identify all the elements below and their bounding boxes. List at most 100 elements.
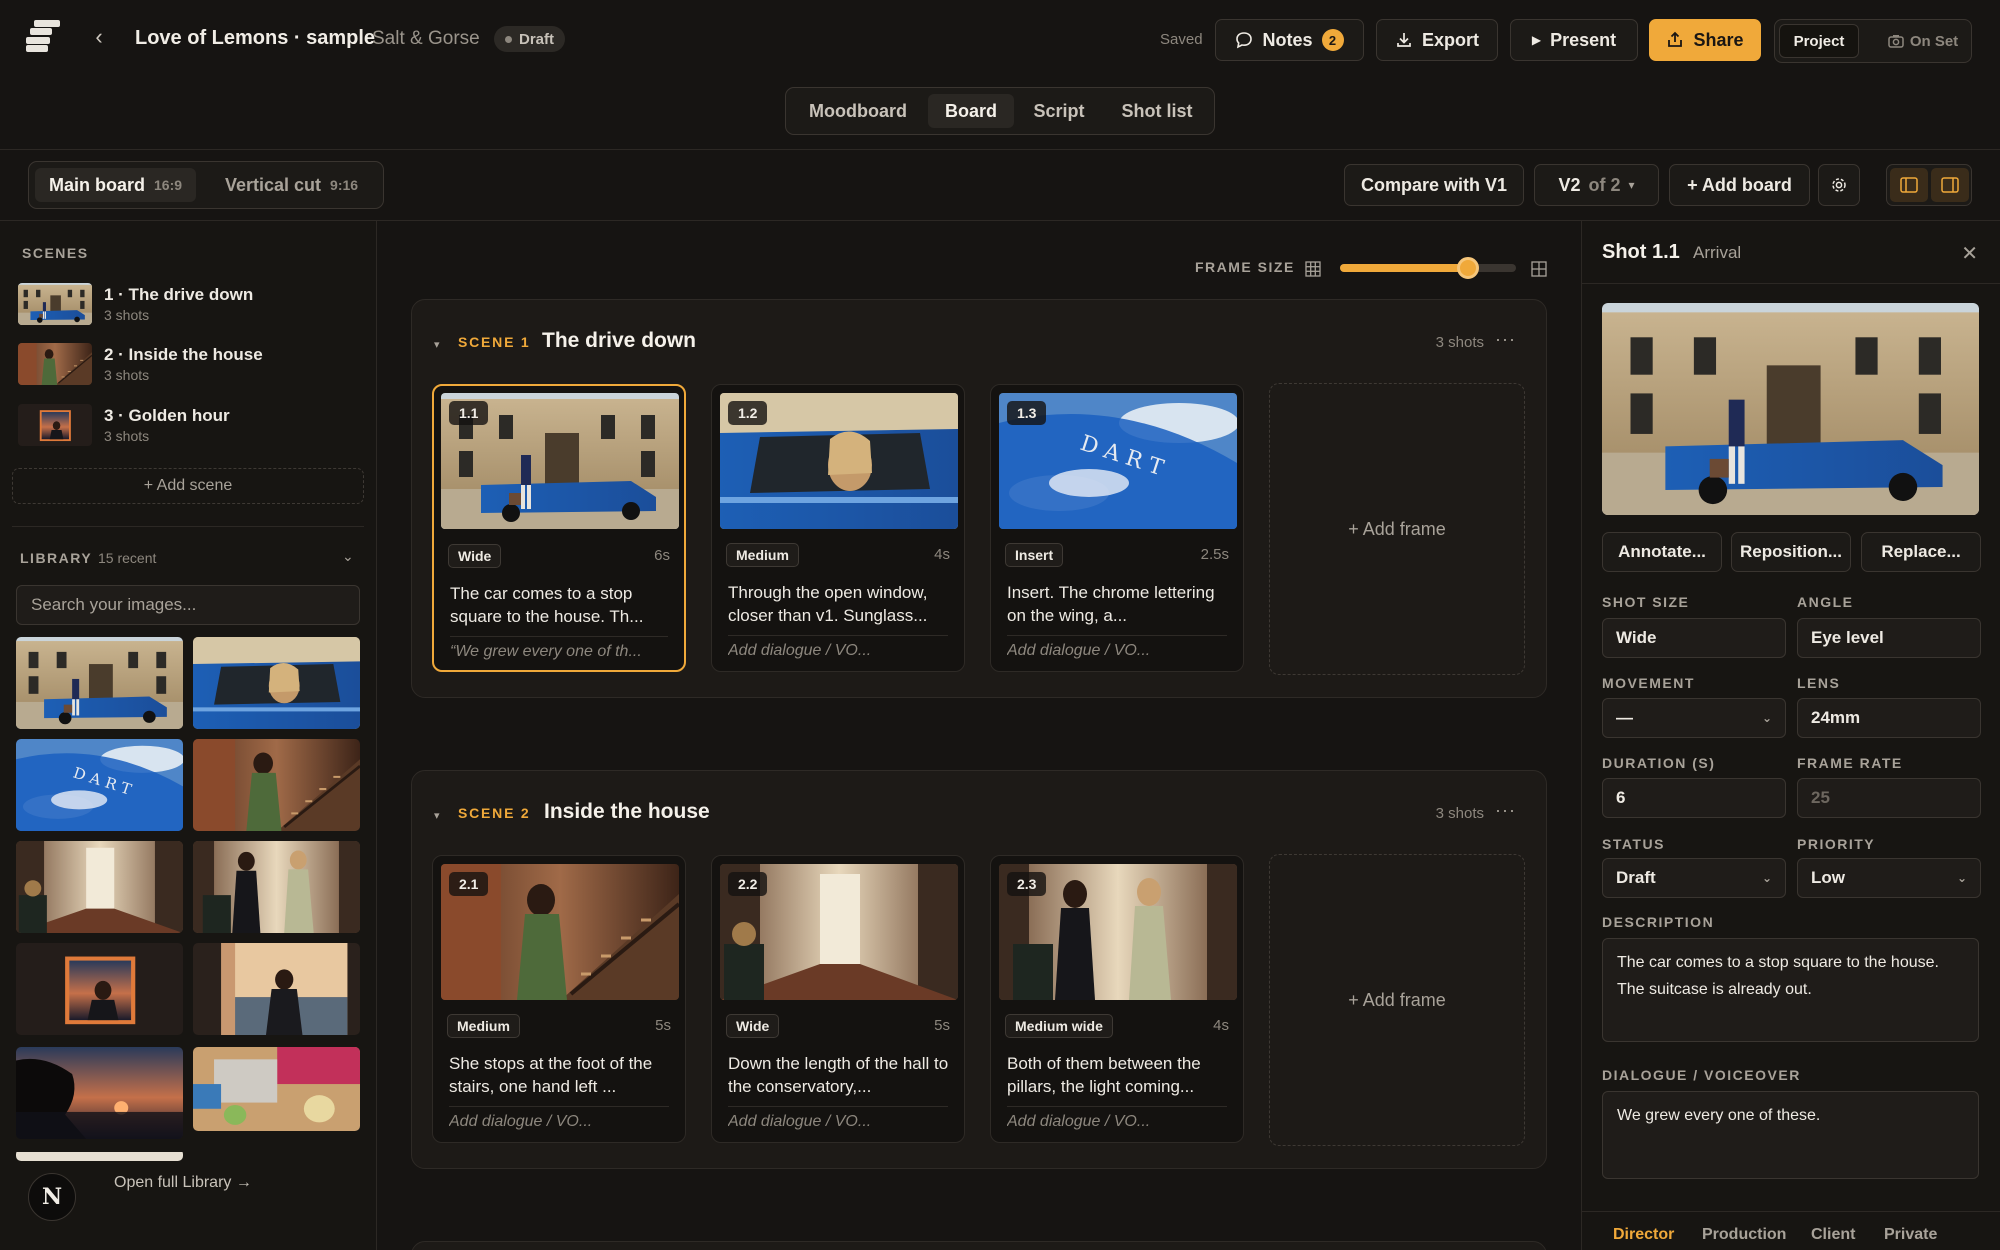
shot-frame-1-2[interactable]: 1.2 Medium 4s Through the open window, c… — [711, 384, 965, 672]
settings-button[interactable] — [1818, 164, 1860, 206]
movement-select[interactable]: — ⌄ — [1602, 698, 1786, 738]
shot-size-badge: Wide — [726, 1014, 780, 1038]
board-tab-vertical[interactable]: Vertical cut 9:16 — [211, 168, 372, 202]
present-button[interactable]: ▶ Present — [1510, 19, 1638, 61]
sidebar-scene-1[interactable]: 1 · The drive down 3 shots — [18, 281, 253, 327]
reposition-button[interactable]: Reposition... — [1731, 532, 1851, 572]
shot-description[interactable]: The car comes to a stop square to the ho… — [450, 582, 672, 628]
shot-description[interactable]: Both of them between the pillars, the li… — [1007, 1052, 1229, 1098]
scene-title[interactable]: Inside the house — [544, 800, 710, 824]
collapse-caret-icon[interactable]: ▾ — [434, 809, 440, 822]
shot-description[interactable]: Insert. The chrome lettering on the wing… — [1007, 581, 1229, 627]
shot-dialogue[interactable]: Add dialogue / VO... — [449, 1113, 671, 1131]
close-icon[interactable]: ✕ — [1961, 241, 1978, 266]
library-image[interactable] — [16, 1047, 183, 1139]
frame-rate-field[interactable]: 25 — [1797, 778, 1981, 818]
shot-frame-1-3[interactable]: 1.3 Insert 2.5s Insert. The chrome lette… — [990, 384, 1244, 672]
camera-icon — [1888, 35, 1904, 48]
shot-size-field[interactable]: Wide — [1602, 618, 1786, 658]
board-name: Vertical cut — [225, 174, 322, 195]
board-tab-main[interactable]: Main board 16:9 — [35, 168, 197, 202]
grid-large-icon[interactable] — [1531, 261, 1547, 277]
shot-detail-panel: Shot 1.1 Arrival ✕ Annotate... Repositio… — [1581, 221, 2000, 1250]
shot-description[interactable]: Through the open window, closer than v1.… — [728, 581, 950, 627]
sidebar-scene-2[interactable]: 2 · Inside the house 3 shots — [18, 341, 263, 387]
tab-board[interactable]: Board — [928, 94, 1014, 128]
library-image[interactable] — [16, 841, 183, 933]
shot-description[interactable]: Down the length of the hall to the conse… — [728, 1052, 950, 1098]
shot-dialogue[interactable]: Add dialogue / VO... — [728, 1113, 950, 1131]
tab-script[interactable]: Script — [1018, 94, 1100, 128]
priority-select[interactable]: Low ⌄ — [1797, 858, 1981, 898]
tab-director[interactable]: Director — [1613, 1226, 1674, 1244]
more-icon[interactable]: ··· — [1495, 800, 1516, 821]
library-image[interactable] — [16, 943, 183, 1035]
collapse-caret-icon[interactable]: ▾ — [434, 338, 440, 351]
tab-client[interactable]: Client — [1811, 1226, 1855, 1244]
app-logo-icon[interactable] — [26, 20, 60, 52]
library-search-input[interactable] — [16, 585, 360, 625]
description-textarea[interactable]: The car comes to a stop square to the ho… — [1602, 938, 1979, 1042]
add-frame-button[interactable]: + Add frame — [1269, 383, 1525, 675]
library-image[interactable] — [16, 637, 183, 729]
library-collapse-chevron-icon[interactable]: ⌄ — [342, 548, 354, 565]
shot-dialogue[interactable]: Add dialogue / VO... — [1007, 642, 1229, 660]
library-image[interactable] — [16, 1149, 183, 1161]
toggle-right-panel-button[interactable] — [1931, 168, 1969, 202]
library-image[interactable] — [193, 637, 360, 729]
share-button[interactable]: Share — [1649, 19, 1761, 61]
duration-label: DURATION (S) — [1602, 755, 1716, 771]
saved-indicator: Saved — [1160, 31, 1203, 48]
toggle-left-panel-button[interactable] — [1890, 168, 1928, 202]
scene-shot-count: 3 shots — [1435, 805, 1484, 822]
shot-dialogue[interactable]: Add dialogue / VO... — [1007, 1113, 1229, 1131]
tab-shot-list[interactable]: Shot list — [1104, 94, 1210, 128]
more-icon[interactable]: ··· — [1495, 329, 1516, 350]
shot-frame-2-1[interactable]: 2.1 Medium 5s She stops at the foot of t… — [432, 855, 686, 1143]
panel-shot-subtitle[interactable]: Arrival — [1693, 243, 1741, 263]
duration-field[interactable]: 6 — [1602, 778, 1786, 818]
annotate-button[interactable]: Annotate... — [1602, 532, 1722, 572]
tab-production[interactable]: Production — [1702, 1226, 1786, 1244]
grid-small-icon[interactable] — [1305, 261, 1321, 277]
dialogue-textarea[interactable]: We grew every one of these. — [1602, 1091, 1979, 1179]
shot-description[interactable]: She stops at the foot of the stairs, one… — [449, 1052, 671, 1098]
library-image[interactable] — [193, 943, 360, 1035]
chevron-down-icon: ⌄ — [1761, 711, 1772, 725]
mode-onset-button[interactable]: On Set — [1875, 24, 1971, 58]
notes-button[interactable]: Notes 2 — [1215, 19, 1364, 61]
shot-dialogue[interactable]: Add dialogue / VO... — [728, 642, 950, 660]
version-total: of 2 — [1588, 174, 1621, 195]
angle-label: ANGLE — [1797, 594, 1854, 610]
library-image[interactable] — [193, 1047, 360, 1131]
frame-number: 1.3 — [1007, 401, 1047, 425]
replace-button[interactable]: Replace... — [1861, 532, 1981, 572]
frame-size-slider[interactable] — [1340, 257, 1516, 279]
angle-field[interactable]: Eye level — [1797, 618, 1981, 658]
shot-frame-2-3[interactable]: 2.3 Medium wide 4s Both of them between … — [990, 855, 1244, 1143]
shot-frame-1-1[interactable]: 1.1 Wide 6s The car comes to a stop squa… — [432, 384, 686, 672]
library-image[interactable] — [16, 739, 183, 831]
export-button[interactable]: Export — [1376, 19, 1498, 61]
tab-moodboard[interactable]: Moodboard — [792, 94, 924, 128]
compare-button[interactable]: Compare with V1 — [1344, 164, 1524, 206]
lens-field[interactable]: 24mm — [1797, 698, 1981, 738]
library-image[interactable] — [193, 739, 360, 831]
tab-private[interactable]: Private — [1884, 1226, 1937, 1244]
add-scene-button[interactable]: + Add scene — [12, 468, 364, 504]
shot-dialogue[interactable]: “We grew every one of th... — [450, 643, 672, 661]
open-library-link[interactable]: Open full Library → — [114, 1174, 252, 1192]
board-switcher: Main board 16:9 Vertical cut 9:16 — [28, 161, 384, 209]
scene-title[interactable]: The drive down — [542, 329, 696, 353]
library-image[interactable] — [193, 841, 360, 933]
frame-size-handle[interactable] — [1457, 257, 1480, 279]
sidebar-scene-3[interactable]: 3 · Golden hour 3 shots — [18, 402, 230, 448]
version-select[interactable]: V2 of 2 ▾ — [1534, 164, 1659, 206]
avatar[interactable]: N — [28, 1173, 76, 1221]
status-select[interactable]: Draft ⌄ — [1602, 858, 1786, 898]
shot-frame-2-2[interactable]: 2.2 Wide 5s Down the length of the hall … — [711, 855, 965, 1143]
mode-project-button[interactable]: Project — [1779, 24, 1859, 58]
add-frame-button[interactable]: + Add frame — [1269, 854, 1525, 1146]
add-board-button[interactable]: + Add board — [1669, 164, 1810, 206]
back-chevron-icon[interactable]: ‹ — [86, 24, 112, 50]
